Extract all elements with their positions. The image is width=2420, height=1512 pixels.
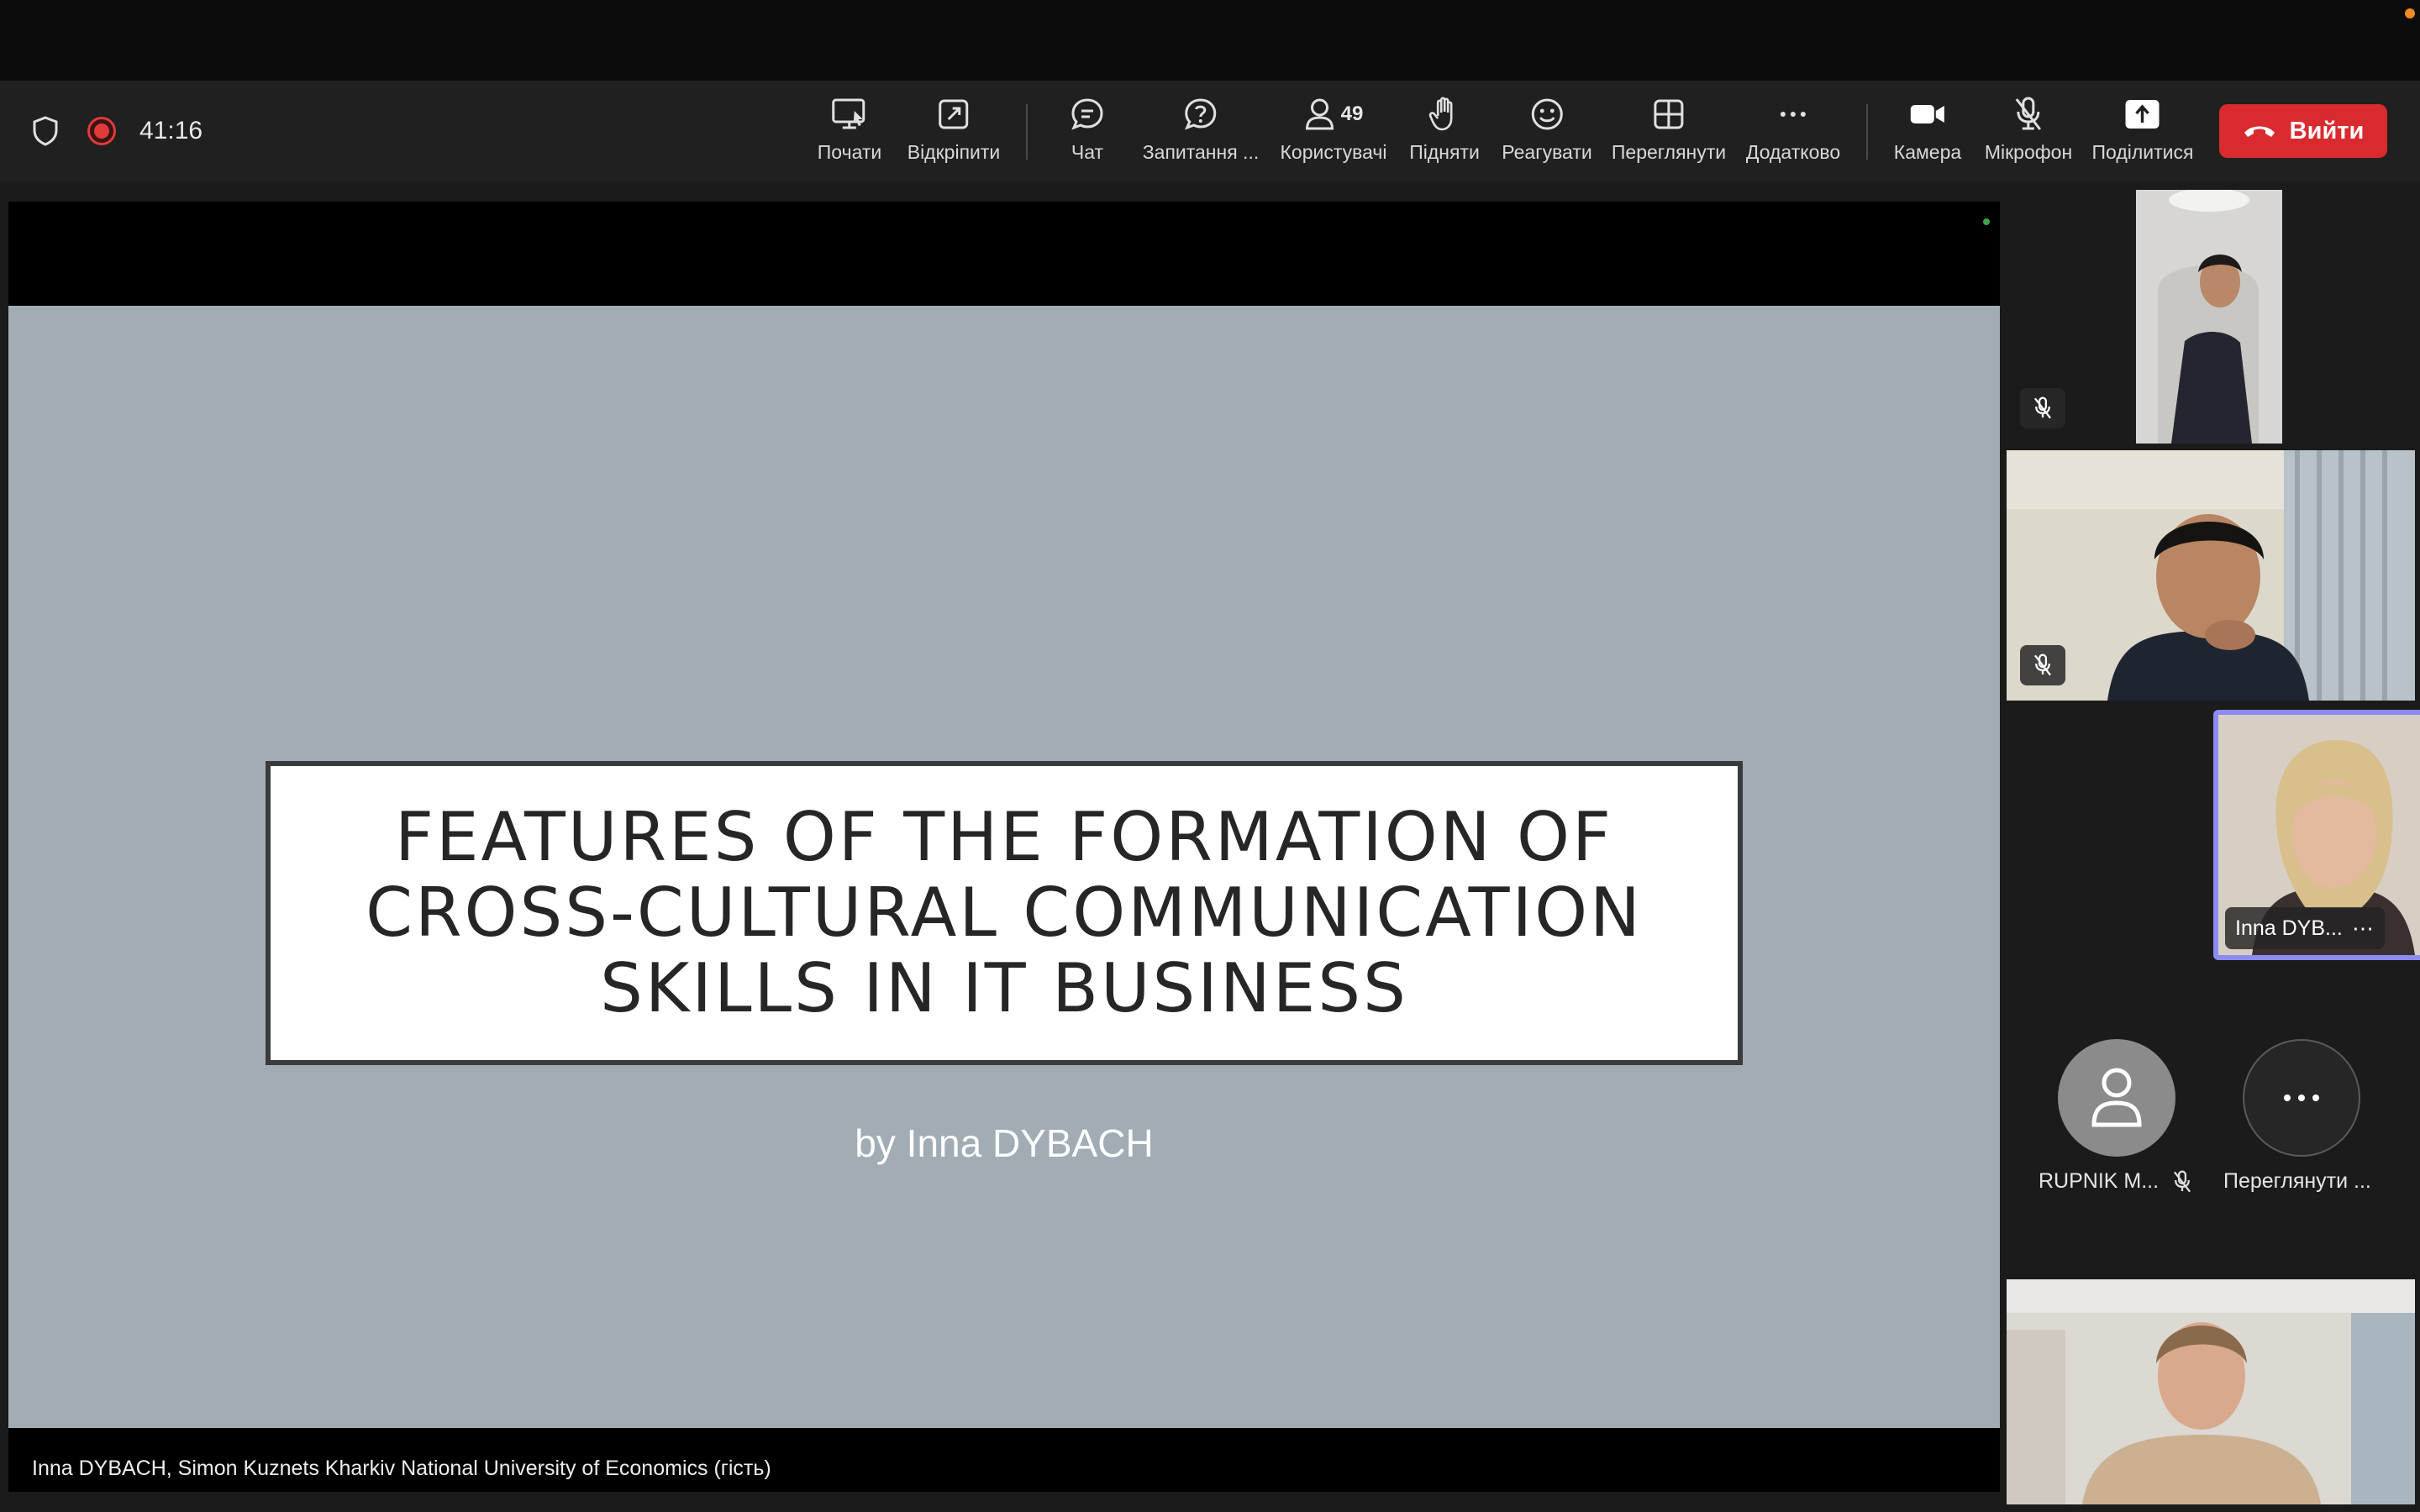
smile-icon — [1529, 96, 1565, 133]
presentation-slide: FEATURES OF THE FORMATION OF CROSS-CULTU… — [8, 306, 2000, 1428]
participants-icon-group: 49 — [1304, 96, 1364, 133]
toolbar-divider — [1866, 104, 1868, 160]
participant-video-tile[interactable] — [2007, 190, 2415, 444]
muted-badge — [2020, 645, 2065, 685]
more-icon — [2284, 1095, 2319, 1101]
view-button[interactable]: Переглянути — [1612, 96, 1726, 171]
react-button[interactable]: Реагувати — [1502, 96, 1592, 171]
participants-count: 49 — [1340, 102, 1364, 125]
camera-button[interactable]: Камера — [1894, 96, 1961, 171]
notification-dot — [2405, 8, 2415, 18]
slide-title-line: FEATURES OF THE FORMATION OF — [394, 798, 1614, 876]
muted-badge — [2020, 388, 2065, 428]
participant-avatar[interactable] — [2058, 1039, 2175, 1157]
recording-icon[interactable] — [87, 117, 116, 145]
more-label: Додатково — [1745, 141, 1841, 163]
view-more-label: Переглянути ... — [2223, 1169, 2371, 1193]
active-speaker-name: Inna DYB... — [2235, 916, 2343, 940]
slide-byline: by Inna DYBACH — [855, 1121, 1154, 1165]
shared-screen: FEATURES OF THE FORMATION OF CROSS-CULTU… — [8, 202, 2000, 1492]
unpin-label: Відкріпити — [907, 141, 1001, 163]
leave-button[interactable]: Вийти — [2219, 104, 2387, 158]
window-top-bar — [0, 0, 2420, 81]
mic-off-icon — [2171, 1169, 2193, 1199]
users-icon — [1306, 98, 1334, 130]
mic-off-icon — [2034, 654, 2051, 676]
question-icon — [1183, 96, 1218, 133]
raise-hand-label: Підняти — [1409, 141, 1480, 163]
user-icon — [2091, 1068, 2142, 1127]
mic-off-icon — [2012, 96, 2045, 133]
chat-icon — [1070, 96, 1105, 133]
slide-title-box: FEATURES OF THE FORMATION OF CROSS-CULTU… — [266, 761, 1743, 1065]
slide-title-line: CROSS-CULTURAL COMMUNICATION — [366, 874, 1643, 952]
toolbar-divider — [1026, 104, 1028, 160]
participant-more-icon[interactable]: ⋯ — [2352, 916, 2375, 942]
react-label: Реагувати — [1502, 141, 1592, 163]
microphone-button[interactable]: Мікрофон — [1985, 96, 2072, 171]
sharing-indicator — [1983, 218, 1990, 225]
meeting-toolbar: 41:16 Почати Відкріпити Чат Запитання ..… — [0, 81, 2420, 181]
questions-button[interactable]: Запитання ... — [1143, 96, 1259, 171]
participant-name: RUPNIK M... — [2039, 1169, 2160, 1193]
active-speaker-name-tag: Inna DYB... ⋯ — [2225, 907, 2385, 949]
meeting-status: 41:16 — [32, 111, 203, 151]
slide-title-line: SKILLS IN IT BUSINESS — [600, 949, 1408, 1027]
share-label: Поділитися — [2091, 141, 2194, 163]
more-icon — [1776, 96, 1810, 133]
participants-label: Користувачі — [1280, 141, 1387, 163]
camera-icon — [1909, 96, 1946, 133]
microphone-label: Мікрофон — [1984, 141, 2073, 163]
share-up-icon — [2124, 96, 2161, 133]
start-share-button[interactable]: Почати — [818, 96, 881, 171]
share-button[interactable]: Поділитися — [2091, 96, 2194, 171]
participant-video-tile[interactable] — [2007, 1279, 2415, 1504]
meeting-timer: 41:16 — [139, 117, 203, 144]
shield-icon[interactable] — [32, 116, 59, 146]
questions-label: Запитання ... — [1142, 141, 1260, 163]
participant-video-tile[interactable] — [2007, 450, 2415, 701]
camera-label: Камера — [1893, 141, 1962, 163]
presenter-caption: Inna DYBACH, Simon Kuznets Kharkiv Natio… — [32, 1457, 771, 1480]
more-button[interactable]: Додатково — [1746, 96, 1840, 171]
phone-hangup-icon — [2244, 126, 2275, 137]
share-screen-icon — [831, 96, 868, 133]
mic-off-icon — [2034, 396, 2051, 419]
view-label: Переглянути — [1611, 141, 1727, 163]
start-share-label: Почати — [817, 141, 882, 163]
chat-label: Чат — [1071, 141, 1104, 163]
raise-hand-button[interactable]: Підняти — [1409, 96, 1480, 171]
raise-hand-icon — [1428, 96, 1461, 133]
unpin-button[interactable]: Відкріпити — [907, 96, 1001, 171]
view-more-participants-button[interactable] — [2243, 1039, 2360, 1157]
chat-button[interactable]: Чат — [1070, 96, 1105, 171]
unpin-icon — [937, 96, 971, 133]
grid-view-icon — [1652, 96, 1686, 133]
participants-button[interactable]: 49 Користувачі — [1280, 96, 1387, 171]
leave-label: Вийти — [2289, 117, 2365, 144]
